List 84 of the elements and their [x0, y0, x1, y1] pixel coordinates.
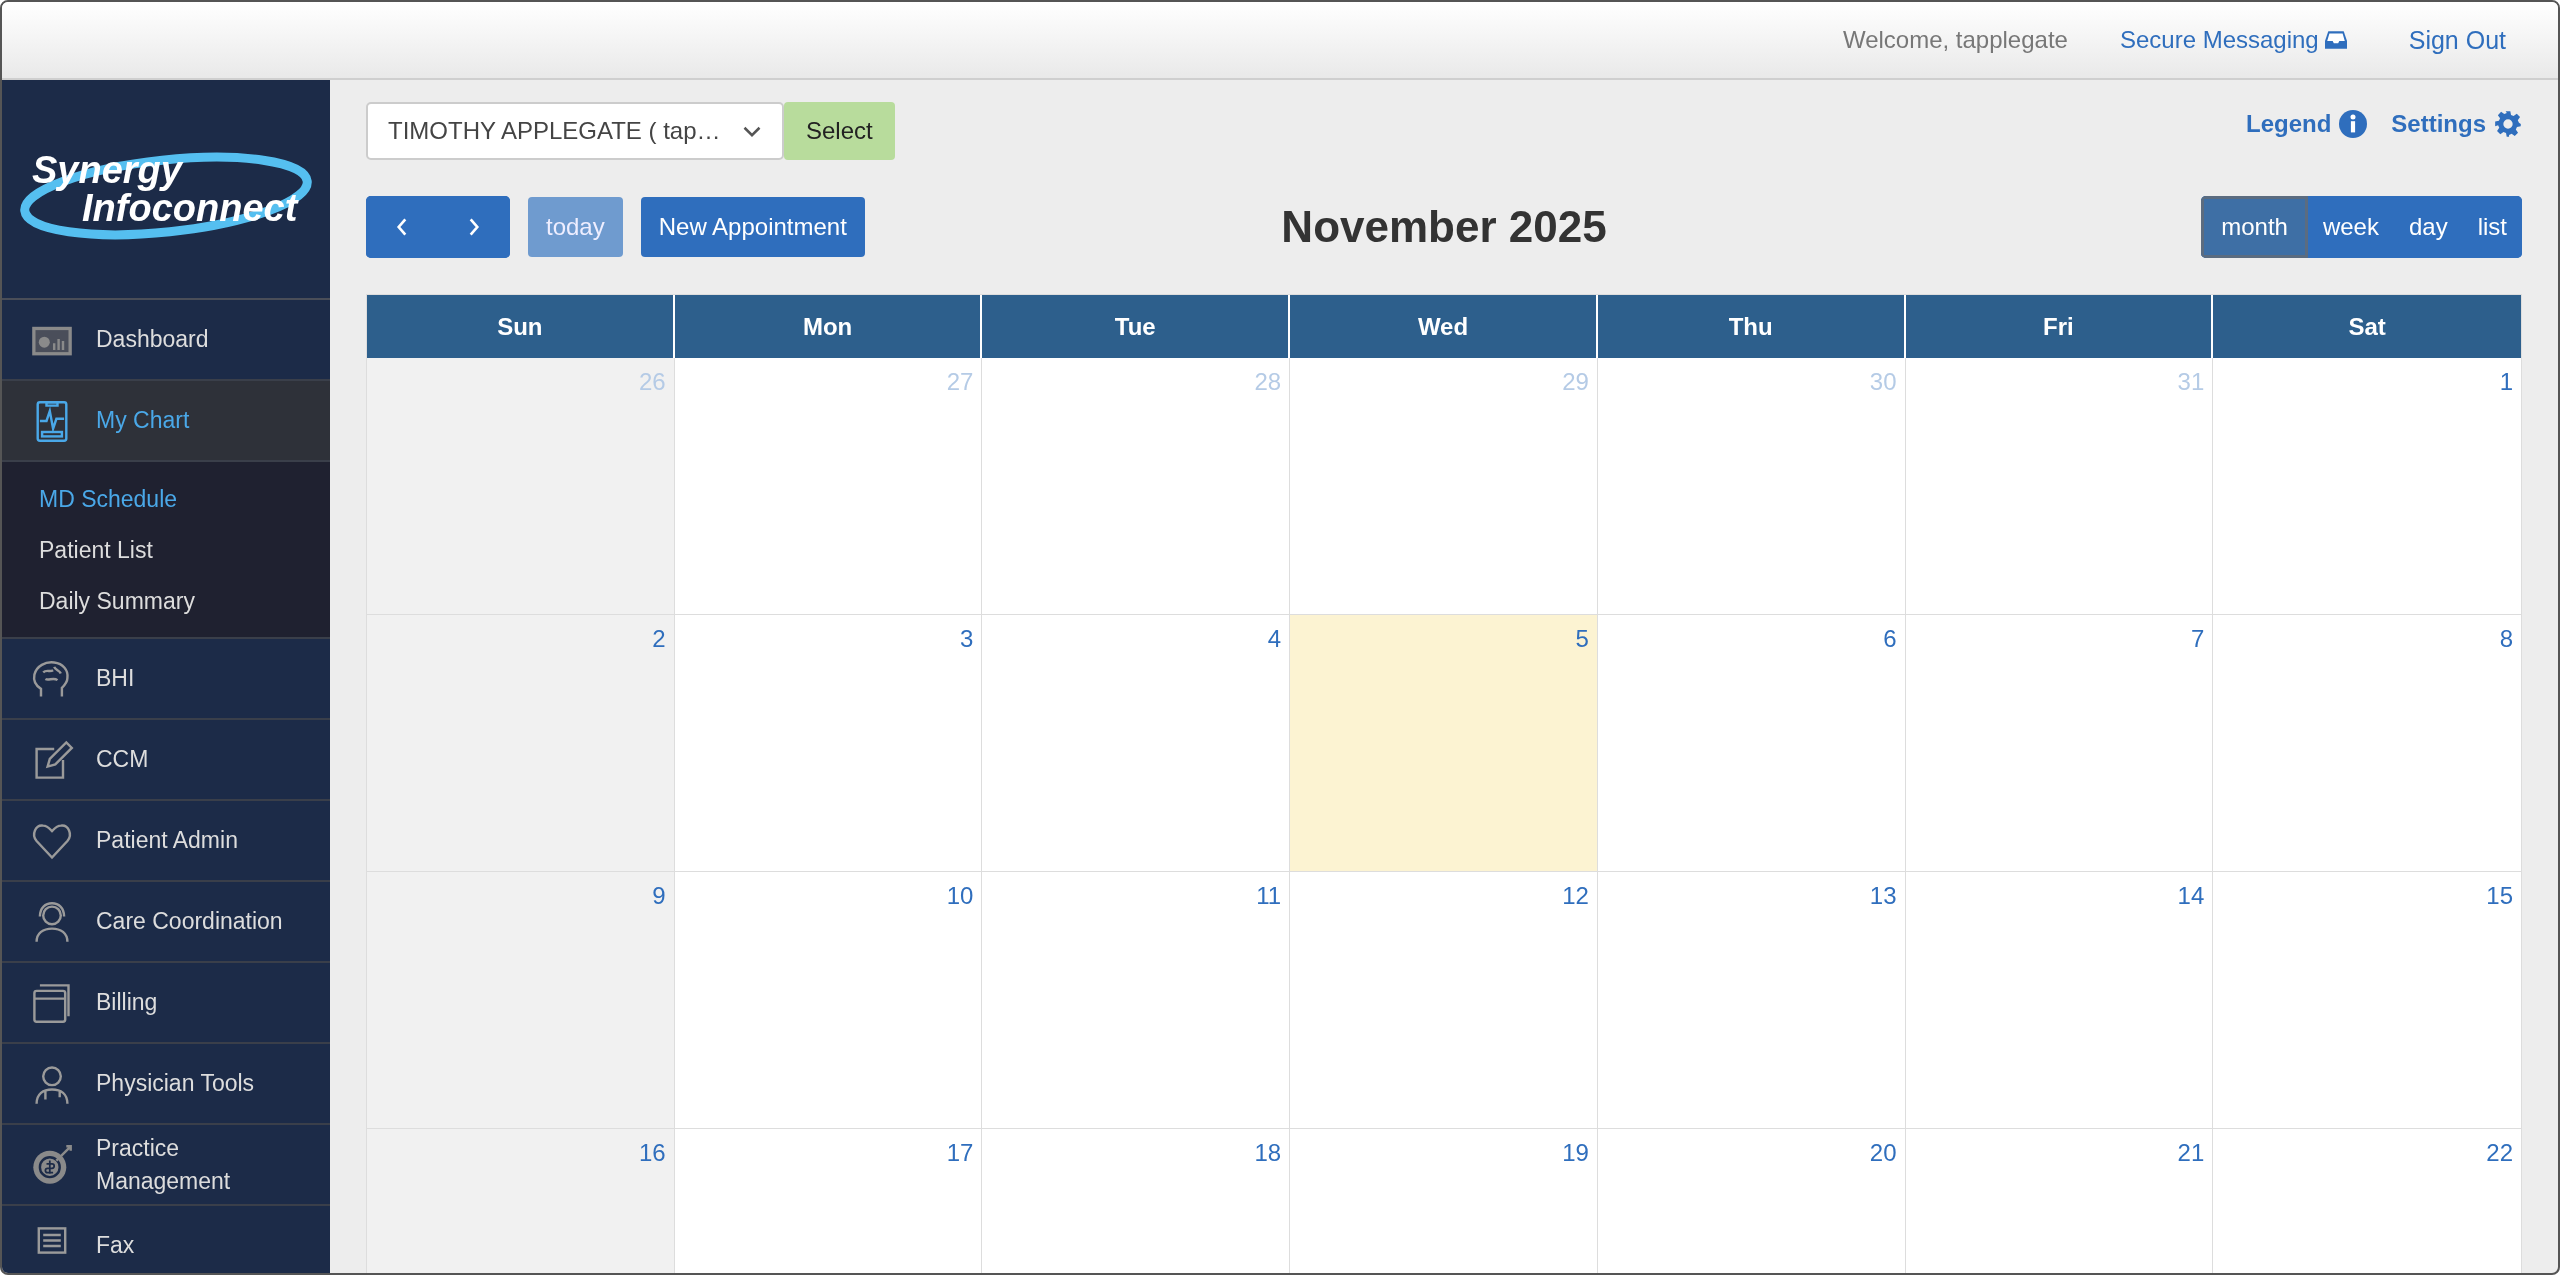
day-number: 1: [2499, 368, 2513, 396]
day-number: 16: [639, 1139, 666, 1167]
day-cell[interactable]: 2: [367, 615, 675, 871]
view-tab[interactable]: month: [2201, 196, 2308, 258]
day-number: 8: [2499, 625, 2513, 653]
day-number: 22: [2486, 1139, 2513, 1167]
submenu-item[interactable]: Patient List: [2, 525, 330, 576]
sidebar-item[interactable]: Fax: [2, 1206, 330, 1273]
day-cell[interactable]: 8: [2213, 615, 2521, 871]
day-number: 13: [1869, 882, 1897, 910]
day-number: 11: [1256, 882, 1282, 910]
sidebar-item[interactable]: Physician Tools: [2, 1044, 330, 1125]
day-cell[interactable]: 12: [1290, 872, 1598, 1128]
weekday-header: Fri: [1905, 295, 2214, 358]
day-number: 19: [1562, 1139, 1589, 1167]
day-cell[interactable]: 9: [367, 872, 675, 1128]
day-cell[interactable]: 1: [2213, 358, 2521, 614]
day-number: 21: [2177, 1139, 2205, 1167]
day-number: 20: [1869, 1139, 1897, 1167]
day-number: 17: [946, 1139, 974, 1167]
sidebar-item[interactable]: BHI: [2, 639, 330, 720]
weekday-header: Sat: [2347, 311, 2387, 342]
new-appointment-button[interactable]: New Appointment: [640, 197, 865, 257]
day-number: 5: [1575, 625, 1589, 653]
day-cell[interactable]: 21: [1905, 1129, 2214, 1273]
chevron-left-icon: [395, 216, 409, 238]
chevron-down-icon: [742, 124, 762, 138]
day-cell[interactable]: 15: [2213, 872, 2521, 1128]
submenu-item[interactable]: Daily Summary: [2, 576, 330, 627]
day-cell[interactable]: 3: [674, 615, 983, 871]
day-number: 2: [652, 625, 666, 653]
day-number: 18: [1254, 1139, 1282, 1167]
day-number: 10: [946, 882, 974, 910]
messaging-link[interactable]: Secure Messaging: [2119, 26, 2347, 54]
day-cell[interactable]: 13: [1597, 872, 1906, 1128]
day-cell[interactable]: 16: [367, 1129, 675, 1273]
settings-icon: [2494, 110, 2522, 138]
day-number: 3: [960, 625, 974, 653]
day-number: 27: [946, 368, 974, 396]
day-number: 26: [639, 368, 666, 396]
weekday-header: Mon: [674, 295, 983, 358]
weekday-header: Wed: [1290, 295, 1598, 358]
day-cell[interactable]: 14: [1905, 872, 2214, 1128]
sidebar-item[interactable]: Billing: [2, 963, 330, 1044]
settings-link[interactable]: Settings: [2391, 110, 2522, 138]
day-cell[interactable]: 10: [674, 872, 983, 1128]
submenu-item[interactable]: MD Schedule: [2, 474, 330, 525]
day-number: 4: [1267, 625, 1282, 653]
target-icon: [30, 1142, 74, 1187]
day-number: 7: [2190, 625, 2205, 653]
day-cell[interactable]: 6: [1597, 615, 1906, 871]
day-cell[interactable]: 20: [1597, 1129, 1906, 1273]
legend-link[interactable]: Legend: [2245, 110, 2368, 138]
day-cell[interactable]: 18: [982, 1129, 1291, 1273]
day-number: 31: [2177, 368, 2205, 396]
day-number: 29: [1562, 368, 1589, 396]
sidebar-item[interactable]: Patient Admin: [2, 801, 330, 882]
info-icon: [2339, 110, 2368, 138]
calendar-title: November 2025: [1281, 202, 1607, 252]
day-cell[interactable]: 7: [1905, 615, 2214, 871]
welcome-text: Welcome, tapplegate: [1842, 26, 2068, 54]
day-number: 15: [2486, 882, 2513, 910]
day-number: 30: [1869, 368, 1897, 396]
sidebar-item[interactable]: My Chart: [2, 381, 330, 462]
select-button[interactable]: Select: [784, 102, 895, 160]
day-cell[interactable]: 19: [1290, 1129, 1598, 1273]
day-number: 28: [1254, 368, 1282, 396]
day-number: 9: [652, 882, 666, 910]
sign-out-link[interactable]: Sign Out: [2408, 25, 2506, 55]
day-cell[interactable]: 17: [674, 1129, 983, 1273]
inbox-icon: [2324, 30, 2347, 50]
sidebar-item[interactable]: Practice Management: [2, 1125, 330, 1206]
day-number: 12: [1562, 882, 1589, 910]
chevron-right-icon: [467, 216, 481, 238]
day-cell[interactable]: 22: [2213, 1129, 2521, 1273]
day-number: 6: [1883, 625, 1897, 653]
sidebar-item[interactable]: Care Coordination: [2, 882, 330, 963]
weekday-header: Tue: [982, 295, 1291, 358]
day-number: 14: [2177, 882, 2205, 910]
patient-dropdown[interactable]: TIMOTHY APPLEGATE ( tap…: [366, 102, 784, 160]
weekday-header: Thu: [1597, 295, 1906, 358]
day-cell[interactable]: 5: [1290, 615, 1598, 871]
sidebar-item[interactable]: CCM: [2, 720, 330, 801]
day-cell[interactable]: 11: [982, 872, 1291, 1128]
